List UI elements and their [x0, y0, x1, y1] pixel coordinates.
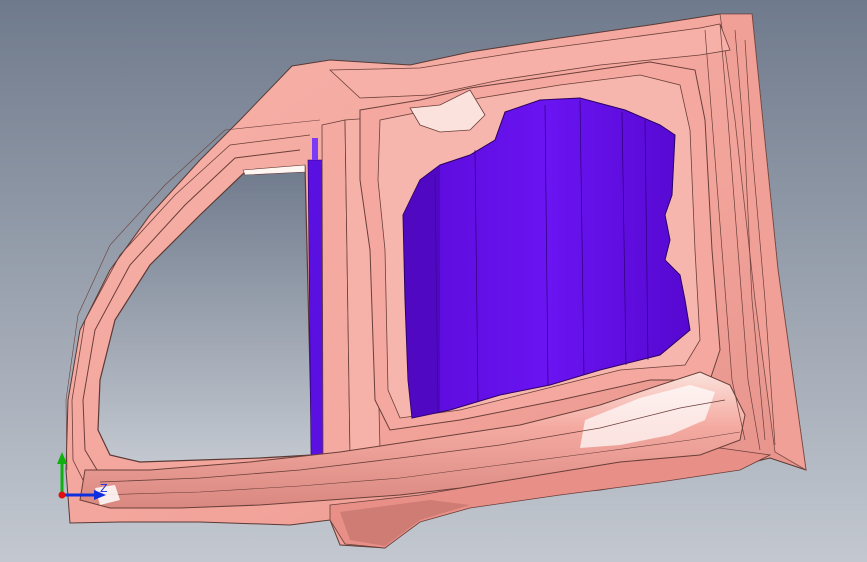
origin-icon [58, 491, 66, 499]
cad-scene[interactable] [0, 0, 867, 562]
coordinate-triad: Z [57, 452, 108, 500]
b-pillar-surface [307, 159, 324, 456]
y-axis-arrow-icon [57, 452, 67, 464]
z-axis-label: Z [100, 482, 108, 495]
3d-viewport[interactable]: Z [0, 0, 867, 562]
b-pillar-tip [312, 138, 318, 160]
